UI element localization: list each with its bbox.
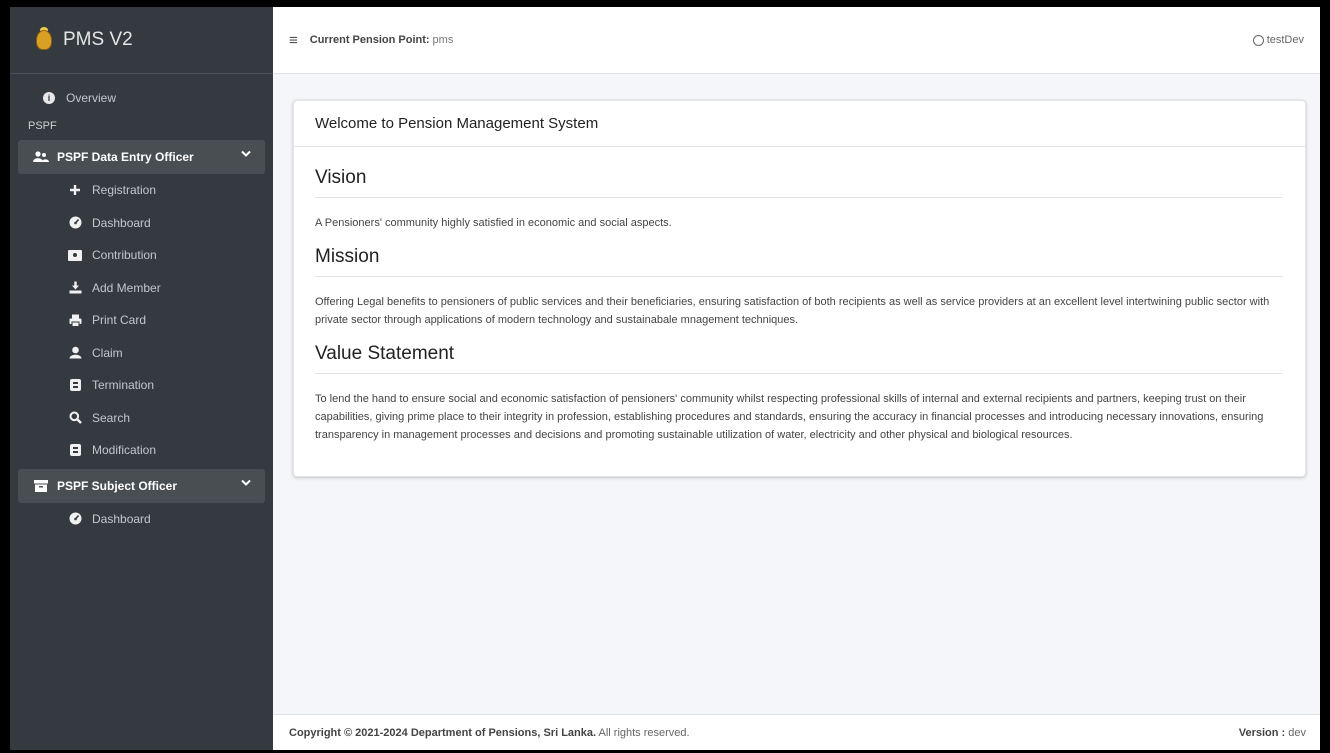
- plus-icon: [68, 184, 82, 196]
- emblem-logo-icon: [34, 27, 54, 53]
- square-icon: [68, 444, 82, 457]
- sidebar-section-header: PSPF: [28, 120, 57, 132]
- sidebar-item-label: Dashboard: [92, 215, 151, 230]
- sidebar-item-label: Claim: [92, 345, 123, 360]
- sidebar-item-search[interactable]: Search: [18, 402, 265, 435]
- search-icon: [68, 411, 82, 425]
- sidebar-nav: i Overview PSPF PSPF Data Entry Officer …: [10, 74, 273, 535]
- version-value: dev: [1288, 726, 1306, 739]
- sidebar-item-dashboard[interactable]: Dashboard: [18, 503, 265, 536]
- sidebar-item-label: Registration: [92, 183, 157, 198]
- print-icon: [68, 314, 82, 327]
- vision-heading: Vision: [315, 161, 1283, 198]
- user-claim-icon: [68, 346, 82, 359]
- archive-icon: [33, 479, 49, 492]
- app-window: PMS V2 i Overview PSPF PSPF Data Entry O…: [10, 7, 1320, 750]
- user-circle-icon: [1252, 34, 1264, 46]
- brand-title: PMS V2: [63, 29, 133, 50]
- mission-text: Offering Legal benefits to pensioners of…: [315, 296, 1270, 326]
- sidebar-item-contribution[interactable]: Contribution: [18, 239, 265, 272]
- pension-point-label: Current Pension Point:: [309, 34, 430, 46]
- sidebar-item-label: Termination: [92, 378, 155, 393]
- version-label: Version :: [1238, 726, 1286, 739]
- sidebar-group-data-entry-officer[interactable]: PSPF Data Entry Officer: [18, 140, 265, 174]
- vision-text: A Pensioners' community highly satisfied…: [315, 217, 672, 229]
- welcome-card: Welcome to Pension Management System Vis…: [293, 100, 1306, 477]
- chevron-down-icon: [241, 149, 251, 161]
- menu-toggle-icon[interactable]: ≡: [289, 32, 298, 49]
- money-icon: [68, 249, 82, 261]
- sidebar-item-add-member[interactable]: Add Member: [18, 272, 265, 305]
- user-name: testDev: [1266, 34, 1304, 46]
- user-menu[interactable]: testDev: [1252, 34, 1304, 46]
- value-statement-heading: Value Statement: [315, 337, 1283, 374]
- sidebar-item-termination[interactable]: Termination: [18, 369, 265, 402]
- square-icon: [68, 379, 82, 392]
- sidebar-item-modification[interactable]: Modification: [18, 434, 265, 467]
- card-body: Vision A Pensioners' community highly sa…: [294, 147, 1305, 476]
- sidebar-item-label: Overview: [66, 91, 117, 105]
- sidebar-group-subject-officer[interactable]: PSPF Subject Officer: [18, 468, 265, 503]
- content-wrapper: Welcome to Pension Management System Vis…: [273, 74, 1320, 714]
- sidebar-item-label: Contribution: [92, 248, 157, 263]
- sidebar-item-dashboard[interactable]: Dashboard: [18, 207, 265, 240]
- sidebar-item-label: Search: [92, 410, 131, 425]
- brand-link[interactable]: PMS V2: [10, 7, 273, 74]
- download-icon: [68, 281, 82, 294]
- copyright-prefix: Copyright © 2021-2024: [289, 726, 408, 739]
- rights-text: All rights reserved.: [598, 726, 690, 739]
- info-circle-icon: i: [42, 92, 56, 104]
- sidebar-group-label: PSPF Subject Officer: [57, 478, 178, 493]
- sidebar-item-print-card[interactable]: Print Card: [18, 304, 265, 337]
- sidebar-item-overview[interactable]: i Overview: [18, 82, 265, 114]
- pension-point-value: pms: [432, 34, 454, 46]
- main-area: ≡ Current Pension Point: pms testDev Wel…: [273, 7, 1320, 750]
- sidebar-item-label: Add Member: [92, 280, 161, 295]
- sidebar-item-label: Dashboard: [92, 511, 151, 526]
- card-title: Welcome to Pension Management System: [294, 101, 1305, 147]
- chevron-down-icon: [241, 478, 251, 490]
- users-icon: [33, 151, 49, 163]
- sidebar-item-label: Modification: [92, 443, 157, 458]
- version-info: Version : dev: [1239, 727, 1306, 739]
- sidebar-group-label: PSPF Data Entry Officer: [57, 150, 194, 164]
- value-statement-text: To lend the hand to ensure social and ec…: [315, 393, 1264, 441]
- sidebar-item-label: Print Card: [92, 313, 147, 328]
- top-navbar: ≡ Current Pension Point: pms testDev: [273, 7, 1320, 74]
- sidebar: PMS V2 i Overview PSPF PSPF Data Entry O…: [10, 7, 273, 750]
- copyright-text: Copyright © 2021-2024 Department of Pens…: [289, 727, 690, 739]
- organization-link[interactable]: Department of Pensions, Sri Lanka.: [411, 727, 596, 739]
- tachometer-icon: [68, 216, 82, 229]
- footer: Copyright © 2021-2024 Department of Pens…: [273, 714, 1320, 750]
- mission-heading: Mission: [315, 240, 1283, 277]
- sidebar-item-claim[interactable]: Claim: [18, 337, 265, 370]
- sidebar-item-registration[interactable]: Registration: [18, 174, 265, 207]
- tachometer-icon: [68, 512, 82, 525]
